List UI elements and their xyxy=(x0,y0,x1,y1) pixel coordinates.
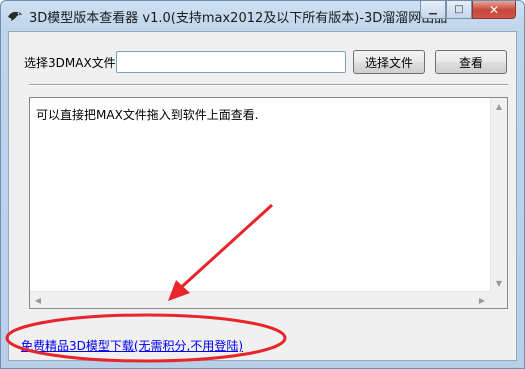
window-controls: ▁ □ ✕ xyxy=(420,1,516,21)
separator xyxy=(29,84,508,86)
bird-logo-icon xyxy=(7,8,23,24)
app-window: 3D模型版本查看器 v1.0(支持max2012及以下所有版本)-3D溜溜网出品… xyxy=(0,0,525,369)
output-textarea[interactable]: 可以直接把MAX文件拖入到软件上面查看. ▲ ▼ ◀ ▶ xyxy=(29,97,508,309)
window-title: 3D模型版本查看器 v1.0(支持max2012及以下所有版本)-3D溜溜网出品 xyxy=(29,11,448,26)
minimize-icon: ▁ xyxy=(429,4,437,15)
browse-file-button[interactable]: 选择文件 xyxy=(353,50,425,74)
arrow-left-icon[interactable]: ◀ xyxy=(30,292,46,308)
file-label: 选择3DMAX文件: xyxy=(24,56,120,70)
scrollbar-corner xyxy=(490,291,507,308)
minimize-button[interactable]: ▁ xyxy=(420,1,446,19)
free-models-link[interactable]: 免费精品3D模型下载(无需积分,不用登陆) xyxy=(21,337,243,354)
file-path-input[interactable] xyxy=(116,51,346,73)
maximize-button[interactable]: □ xyxy=(446,1,472,19)
close-icon: ✕ xyxy=(488,2,500,17)
arrow-right-icon[interactable]: ▶ xyxy=(474,292,490,308)
arrow-down-icon[interactable]: ▼ xyxy=(491,275,507,291)
view-button[interactable]: 查看 xyxy=(435,50,507,74)
client-area: 选择3DMAX文件: 选择文件 查看 可以直接把MAX文件拖入到软件上面查看. … xyxy=(8,31,517,361)
title-bar[interactable]: 3D模型版本查看器 v1.0(支持max2012及以下所有版本)-3D溜溜网出品… xyxy=(1,1,524,31)
close-button[interactable]: ✕ xyxy=(472,1,516,19)
arrow-up-icon[interactable]: ▲ xyxy=(491,98,507,114)
maximize-icon: □ xyxy=(454,4,464,15)
vertical-scrollbar[interactable]: ▲ ▼ xyxy=(490,98,507,291)
output-text: 可以直接把MAX文件拖入到软件上面查看. xyxy=(36,108,259,122)
horizontal-scrollbar[interactable]: ◀ ▶ xyxy=(30,291,490,308)
